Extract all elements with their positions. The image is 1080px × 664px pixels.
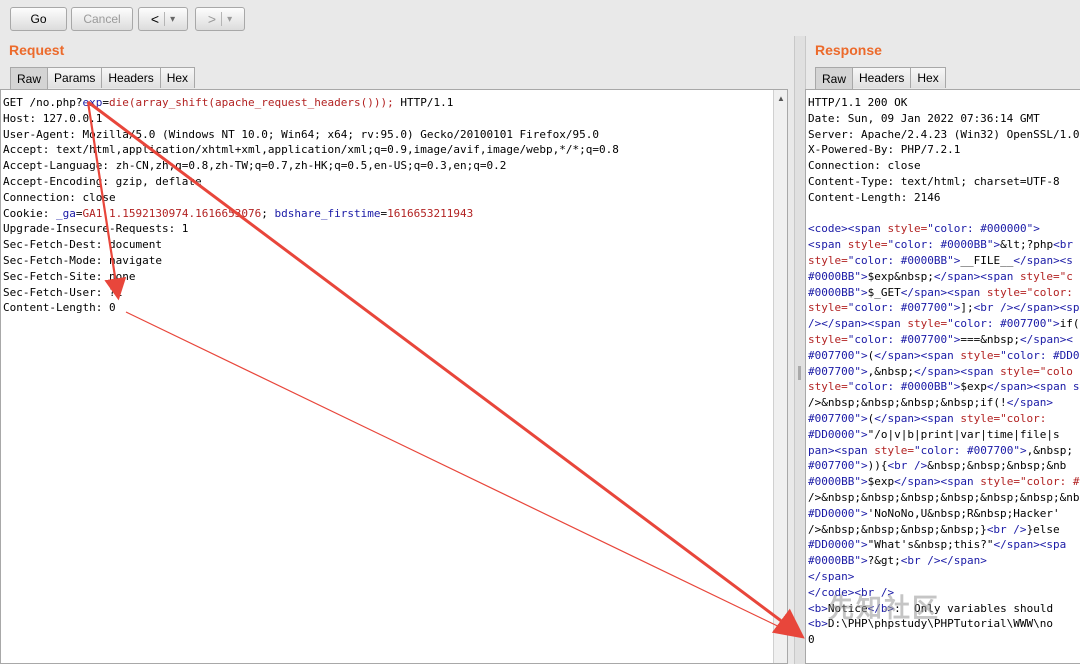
arrow-down <box>86 101 127 301</box>
arrow-thin <box>125 311 791 633</box>
arrow-thick <box>87 100 805 639</box>
annotation-arrows <box>86 100 805 639</box>
